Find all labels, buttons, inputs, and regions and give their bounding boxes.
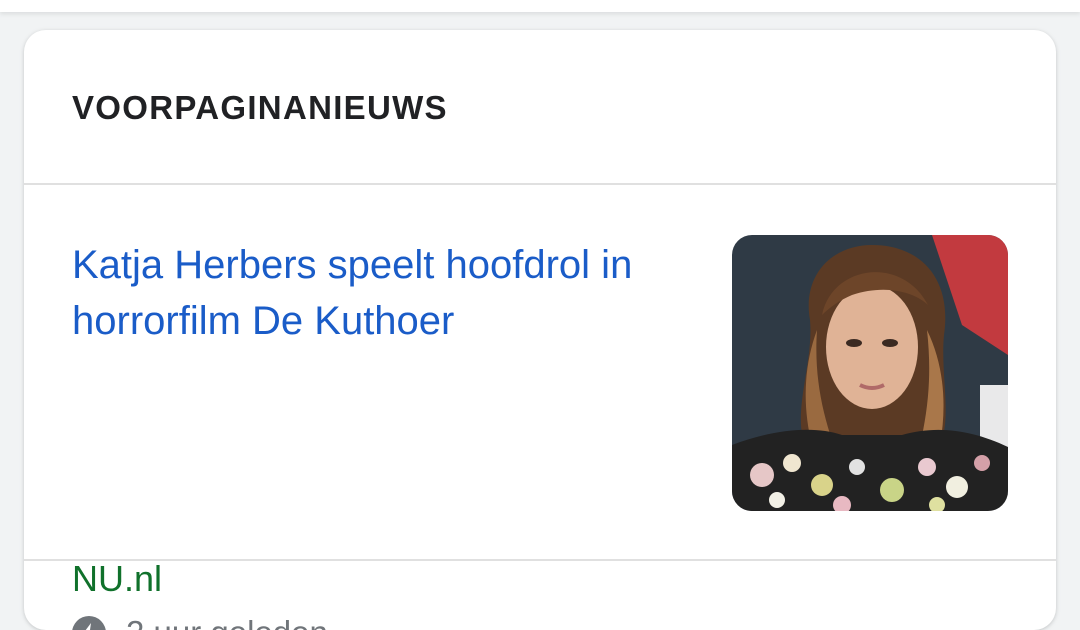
card-header: VOORPAGINANIEUWS [24, 30, 1056, 185]
article-meta: 2 uur geleden [72, 613, 328, 630]
article-headline-link[interactable]: Katja Herbers speelt hoofdrol in horrorf… [72, 237, 712, 349]
news-item[interactable]: Katja Herbers speelt hoofdrol in horrorf… [24, 185, 1056, 630]
article-thumbnail[interactable] [732, 235, 1008, 511]
lightning-bolt-icon [72, 616, 106, 630]
article-time: 2 uur geleden [126, 613, 328, 630]
previous-card-edge [0, 0, 1080, 12]
thumbnail-photo [732, 235, 1008, 511]
article-source: NU.nl [72, 558, 163, 599]
section-title: VOORPAGINANIEUWS [72, 89, 448, 126]
top-stories-card: VOORPAGINANIEUWS Katja Herbers speelt ho… [24, 30, 1056, 630]
